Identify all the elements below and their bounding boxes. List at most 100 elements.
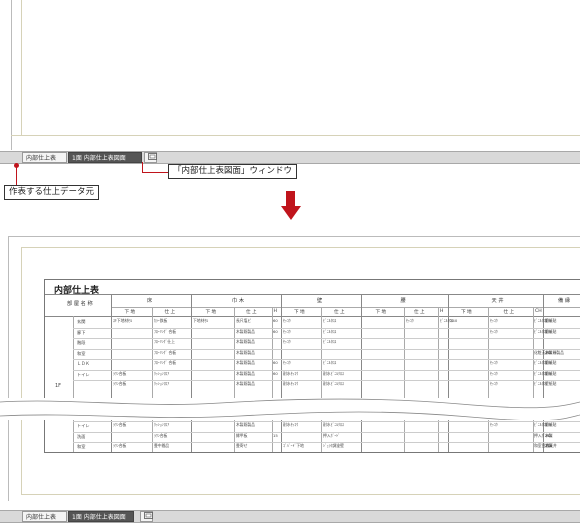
table-cell: ｾｯｺｳ <box>283 360 291 365</box>
table-row-rule <box>73 348 580 350</box>
table-cell: 15 <box>273 432 278 438</box>
table-cell: 畳寄せ <box>236 443 248 448</box>
table-cell: ｼﾞｭﾗｸ調塗壁 <box>323 443 344 448</box>
sheet-border-left <box>11 0 12 150</box>
table-cell: ｾｯｺｳ <box>490 381 498 386</box>
table-cell: ﾗﾜﾝ合板 <box>113 422 127 427</box>
room-name: 廊下 <box>77 329 86 335</box>
table-cell: ﾗﾜﾝ合板 <box>113 381 127 386</box>
table-cell: ｺﾞﾊﾞｰﾄﾞ下地 <box>283 443 304 448</box>
table-cell: 壁紙貼 <box>545 422 557 427</box>
floor-label: 1F <box>55 383 62 389</box>
table-cell: 木製既製品 <box>236 360 255 365</box>
table-cell: ｾｯｺｳ <box>490 370 498 376</box>
table-cell: ﾌﾛｰﾘﾝｸﾞ 合板 <box>154 328 177 334</box>
table-cell: ｸｯｼｮﾝﾌﾛｱ <box>154 422 170 427</box>
room-name: 玄関 <box>77 319 86 324</box>
tab-finish-table[interactable]: 内部仕上表 <box>22 152 67 163</box>
table-rule <box>111 307 580 308</box>
table-cell: 木製既製品 <box>236 349 255 355</box>
down-arrow-icon <box>281 206 301 220</box>
sheet-inner-border-bottom <box>11 135 580 136</box>
table-cell: 木製既製品 <box>236 381 255 386</box>
room-name: ＬＤＫ <box>77 361 90 366</box>
table-cell: 壁紙貼 <box>545 370 557 376</box>
header-wall: 壁 <box>317 298 323 304</box>
table-cell: ｾｯｺｳ <box>283 328 291 334</box>
table-rule <box>361 294 362 452</box>
table-cell: 耐水ﾋﾞﾆﾙｸﾛｽ <box>323 422 344 427</box>
callout-window: 「内部仕上表図面」ウィンドウ <box>168 164 298 179</box>
table-cell: ｶﾗｰ鉄板 <box>154 318 168 323</box>
table-cell: ﾌﾛｰﾘﾝｸﾞ仕上 <box>154 339 175 344</box>
table-cell: ﾗﾜﾝ合板 <box>113 370 127 376</box>
table-cell: 木製 <box>545 443 553 448</box>
tab-finish-table-drawing[interactable]: 1面 内部仕上表図面 <box>68 152 142 163</box>
table-cell: 240 <box>450 318 458 323</box>
table-cell: ｾｯｺｳ <box>283 339 291 344</box>
table-cell: 耐水ﾋﾞﾆﾙｸﾛｽ <box>323 370 344 376</box>
header-baseboard: 巾 木 <box>232 298 245 304</box>
room-name: 和室 <box>77 350 86 356</box>
table-cell: 壁紙貼 <box>545 381 557 386</box>
header-sub-shita: 下 地 <box>205 310 217 315</box>
table-cell: ﾌﾛｰﾘﾝｸﾞ 合板 <box>154 360 177 365</box>
table-cell: 耐水ｾｯｺｳ <box>283 381 299 386</box>
table-rule <box>191 294 192 452</box>
room-name: 洗面 <box>77 433 86 439</box>
sheet-inner-border-left <box>21 0 22 135</box>
header-sub-shita: 下 地 <box>461 310 472 315</box>
header-sub-shiage: 仕 上 <box>246 310 257 315</box>
table-cell: ｾｯｺｳ <box>406 318 414 323</box>
tab-finish-table-2[interactable]: 内部仕上表 <box>22 511 67 522</box>
header-sub-h: H <box>440 309 444 314</box>
drawing-sheet-icon[interactable] <box>140 511 153 522</box>
table-cell: 下地材ｾﾙ <box>193 318 209 323</box>
table-rule <box>45 316 580 317</box>
table-cell: ﾋﾞﾆﾙｸﾛｽ <box>323 318 337 323</box>
room-name: トイレ <box>77 423 90 428</box>
header-sub-shiage: 仕 上 <box>334 310 345 315</box>
table-cell: 木製既製品 <box>545 349 564 355</box>
header-floor: 床 <box>147 298 153 304</box>
table-cell: ｾｯｺｳ <box>490 318 498 323</box>
header-sub-shita: 下 地 <box>375 310 387 315</box>
header-sub-shiage: 仕 上 <box>164 310 176 315</box>
table-cell: ﾗﾜﾝ合板 <box>154 432 168 438</box>
header-sub-shiage: 仕 上 <box>503 310 515 315</box>
header-remarks: 備 縁 <box>558 298 571 304</box>
finish-schedule-table: 内部仕上表 部 屋 名 称床巾 木壁腰天 井備 縁下 地仕 上下 地仕 上H下 … <box>44 279 580 453</box>
header-sub-ch: CH <box>535 309 542 314</box>
table-cell: 壁紙貼 <box>545 328 557 334</box>
table-cell: 木製既製品 <box>236 328 255 334</box>
drawing-sheet-top <box>0 0 580 150</box>
table-cell: 60 <box>273 360 278 365</box>
table-cell: ｾｯｺｳ <box>490 328 498 334</box>
table-cell: 壁紙貼 <box>545 360 557 365</box>
leader-line-source <box>16 166 17 185</box>
table-cell: ｽｷ下地材ｾﾙ <box>113 318 132 323</box>
sheet-inner-border-bottom-2 <box>21 494 580 495</box>
header-sub-shita: 下 地 <box>124 310 136 315</box>
table-cell: ｾｯｺｳ <box>283 318 291 323</box>
header-ceiling: 天 井 <box>491 298 504 304</box>
sheet-tab-bar-bottom: 内部仕上表 1面 内部仕上表図面 <box>0 510 580 523</box>
table-cell: ｸｯｼｮﾝﾌﾛｱ <box>154 381 170 386</box>
sheet-border-top <box>8 236 580 237</box>
table-cell: ﾋﾞﾆﾙｸﾛｽ <box>323 339 337 344</box>
tab-finish-table-drawing-2[interactable]: 1面 内部仕上表図面 <box>68 511 134 522</box>
table-cell: 60 <box>273 328 278 334</box>
drawing-sheet-icon[interactable] <box>144 152 157 163</box>
table-cell: 耐水ｾｯｺｳ <box>283 370 299 376</box>
table-cell: 木製既製品 <box>236 422 255 427</box>
table-cell: ｾｯｺｳ <box>490 422 498 427</box>
table-cell: 長尺塩ビ <box>236 318 252 323</box>
table-cell: ﾋﾞﾆﾙｸﾛｽ <box>323 328 337 334</box>
table-cell: 木製既製品 <box>236 370 255 376</box>
table-cell: 縁甲板 <box>236 432 248 438</box>
header-sub-h: H <box>273 309 277 314</box>
table-cell: ﾌﾛｰﾘﾝｸﾞ 合板 <box>154 349 177 355</box>
table-cell: ﾋﾞﾆﾙｸﾛｽ <box>323 360 337 365</box>
table-cell: 木製既製品 <box>236 339 255 344</box>
header-room: 部 屋 名 称 <box>67 301 93 307</box>
